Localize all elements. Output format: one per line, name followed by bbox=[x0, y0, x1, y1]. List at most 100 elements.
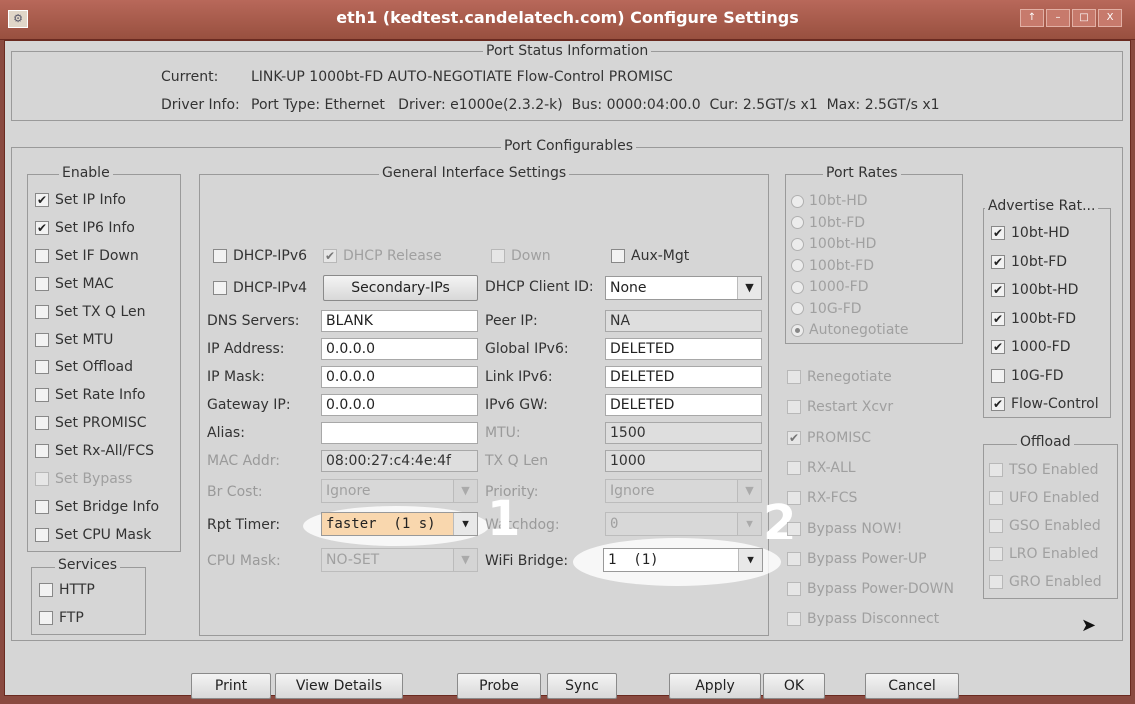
promisc-checkbox[interactable]: ✔ PROMISC bbox=[787, 429, 871, 447]
watchdog-select[interactable]: 0 ▼ bbox=[605, 512, 762, 536]
chevron-down-icon[interactable]: ▼ bbox=[453, 480, 477, 502]
dhcp-release-box[interactable]: ✔ bbox=[323, 249, 337, 263]
set-ip6-info-checkbox[interactable]: ✔ Set IP6 Info bbox=[35, 219, 135, 237]
cpu-mask-select[interactable]: NO-SET ▼ bbox=[321, 548, 478, 572]
chevron-down-icon[interactable]: ▼ bbox=[453, 549, 477, 571]
gso-enabled-checkbox[interactable]: GSO Enabled bbox=[989, 517, 1101, 535]
dhcp-ipv4-checkbox[interactable]: DHCP-IPv4 bbox=[213, 279, 307, 297]
checkbox-box[interactable] bbox=[35, 332, 49, 347]
10bt-fd-radio[interactable]: 10bt-FD bbox=[791, 214, 865, 232]
100bt-fd-radio[interactable]: 100bt-FD bbox=[791, 257, 874, 275]
set-cpu-mask-checkbox[interactable]: Set CPU Mask bbox=[35, 526, 151, 544]
dhcp-ipv6-checkbox[interactable]: DHCP-IPv6 bbox=[213, 247, 307, 265]
checkbox-box[interactable] bbox=[35, 388, 49, 403]
ip-address-field[interactable]: 0.0.0.0 bbox=[321, 338, 478, 360]
chevron-down-icon[interactable]: ▼ bbox=[737, 277, 761, 299]
checkbox-box[interactable] bbox=[787, 491, 801, 506]
checkbox-box[interactable]: ✔ bbox=[991, 283, 1005, 297]
checkbox-box[interactable] bbox=[35, 360, 49, 375]
chevron-down-icon[interactable]: ▼ bbox=[453, 513, 477, 535]
wifi-bridge-select[interactable]: 1 (1) ▼ bbox=[603, 548, 763, 572]
checkbox-box[interactable] bbox=[35, 416, 49, 431]
secondary-ips-button[interactable]: Secondary-IPs bbox=[323, 275, 478, 301]
checkbox-box[interactable] bbox=[989, 547, 1003, 561]
bypass-now-checkbox[interactable]: Bypass NOW! bbox=[787, 520, 902, 538]
global-ipv6-field[interactable]: DELETED bbox=[605, 338, 762, 360]
rx-all-checkbox[interactable]: RX-ALL bbox=[787, 459, 856, 477]
aux-mgt-checkbox[interactable]: Aux-Mgt bbox=[611, 247, 689, 265]
cancel-button[interactable]: Cancel bbox=[865, 673, 959, 699]
10g-fd-radio[interactable]: 10G-FD bbox=[791, 300, 862, 318]
checkbox-box[interactable] bbox=[35, 276, 49, 291]
set-offload-checkbox[interactable]: Set Offload bbox=[35, 358, 133, 376]
100bt-hd-checkbox[interactable]: ✔ 100bt-HD bbox=[991, 281, 1078, 299]
down-box[interactable] bbox=[491, 249, 505, 263]
checkbox-box[interactable]: ✔ bbox=[991, 311, 1005, 326]
checkbox-box[interactable] bbox=[787, 370, 801, 384]
gateway-ip-field[interactable]: 0.0.0.0 bbox=[321, 394, 478, 416]
rx-fcs-checkbox[interactable]: RX-FCS bbox=[787, 489, 857, 507]
set-rx-all-fcs-checkbox[interactable]: Set Rx-All/FCS bbox=[35, 442, 154, 460]
10bt-hd-radio[interactable]: 10bt-HD bbox=[791, 192, 868, 210]
set-ip-info-checkbox[interactable]: ✔ Set IP Info bbox=[35, 191, 126, 209]
checkbox-box[interactable] bbox=[35, 248, 49, 263]
set-if-down-checkbox[interactable]: Set IF Down bbox=[35, 247, 139, 265]
checkbox-box[interactable] bbox=[787, 551, 801, 566]
checkbox-box[interactable] bbox=[35, 499, 49, 514]
peer-ip-field[interactable]: NA bbox=[605, 310, 762, 332]
view-details-button[interactable]: View Details bbox=[275, 673, 403, 699]
set-mac-checkbox[interactable]: Set MAC bbox=[35, 275, 114, 293]
radio-circle[interactable] bbox=[791, 323, 804, 337]
set-bypass-checkbox[interactable]: Set Bypass bbox=[35, 470, 132, 488]
dhcp-ipv6-box[interactable] bbox=[213, 249, 227, 263]
print-button[interactable]: Print bbox=[191, 673, 271, 699]
checkbox-box[interactable] bbox=[989, 575, 1003, 589]
http-checkbox[interactable]: HTTP bbox=[39, 581, 95, 599]
checkbox-box[interactable] bbox=[35, 472, 49, 486]
gro-enabled-checkbox[interactable]: GRO Enabled bbox=[989, 573, 1102, 591]
link-ipv6-field[interactable]: DELETED bbox=[605, 366, 762, 388]
lro-enabled-checkbox[interactable]: LRO Enabled bbox=[989, 545, 1099, 563]
title-bar[interactable]: ⚙ eth1 (kedtest.candelatech.com) Configu… bbox=[0, 0, 1135, 40]
checkbox-box[interactable] bbox=[35, 527, 49, 542]
checkbox-box[interactable] bbox=[787, 582, 801, 597]
dhcp-ipv4-box[interactable] bbox=[213, 281, 227, 295]
probe-button[interactable]: Probe bbox=[457, 673, 541, 699]
radio-circle[interactable] bbox=[791, 302, 804, 315]
checkbox-box[interactable] bbox=[787, 612, 801, 627]
dns-servers-field[interactable]: BLANK bbox=[321, 310, 478, 332]
ufo-enabled-checkbox[interactable]: UFO Enabled bbox=[989, 489, 1099, 507]
bypass-disconnect-checkbox[interactable]: Bypass Disconnect bbox=[787, 610, 939, 628]
chevron-down-icon[interactable]: ▼ bbox=[737, 513, 761, 535]
100bt-hd-radio[interactable]: 100bt-HD bbox=[791, 235, 876, 253]
checkbox-box[interactable] bbox=[989, 491, 1003, 505]
chevron-down-icon[interactable]: ▼ bbox=[737, 480, 761, 502]
priority-select[interactable]: Ignore ▼ bbox=[605, 479, 762, 503]
aux-mgt-box[interactable] bbox=[611, 249, 625, 263]
ftp-checkbox[interactable]: FTP bbox=[39, 609, 84, 627]
set-promisc-checkbox[interactable]: Set PROMISC bbox=[35, 414, 147, 432]
tso-enabled-checkbox[interactable]: TSO Enabled bbox=[989, 461, 1098, 479]
down-checkbox[interactable]: Down bbox=[491, 247, 551, 265]
checkbox-box[interactable] bbox=[787, 400, 801, 415]
10bt-hd-checkbox[interactable]: ✔ 10bt-HD bbox=[991, 224, 1070, 242]
ok-button[interactable]: OK bbox=[763, 673, 825, 699]
apply-button[interactable]: Apply bbox=[669, 673, 761, 699]
window-minimize-icon[interactable]: – bbox=[1046, 9, 1070, 27]
checkbox-box[interactable]: ✔ bbox=[991, 254, 1005, 269]
sync-button[interactable]: Sync bbox=[547, 673, 617, 699]
checkbox-box[interactable]: ✔ bbox=[991, 340, 1005, 354]
renegotiate-checkbox[interactable]: Renegotiate bbox=[787, 368, 892, 386]
radio-circle[interactable] bbox=[791, 216, 804, 229]
dhcp-client-id-select[interactable]: None ▼ bbox=[605, 276, 762, 300]
checkbox-box[interactable]: ✔ bbox=[787, 430, 801, 445]
checkbox-box[interactable] bbox=[35, 444, 49, 459]
ftp-check-box[interactable] bbox=[39, 611, 53, 625]
br-cost-select[interactable]: Ignore ▼ bbox=[321, 479, 478, 503]
mac-addr-field[interactable]: 08:00:27:c4:4e:4f bbox=[321, 450, 478, 472]
tx-q-len-field[interactable]: 1000 bbox=[605, 450, 762, 472]
mtu-field[interactable]: 1500 bbox=[605, 422, 762, 444]
set-bridge-info-checkbox[interactable]: Set Bridge Info bbox=[35, 498, 159, 516]
1000-fd-radio[interactable]: 1000-FD bbox=[791, 278, 869, 296]
checkbox-box[interactable]: ✔ bbox=[35, 193, 49, 207]
